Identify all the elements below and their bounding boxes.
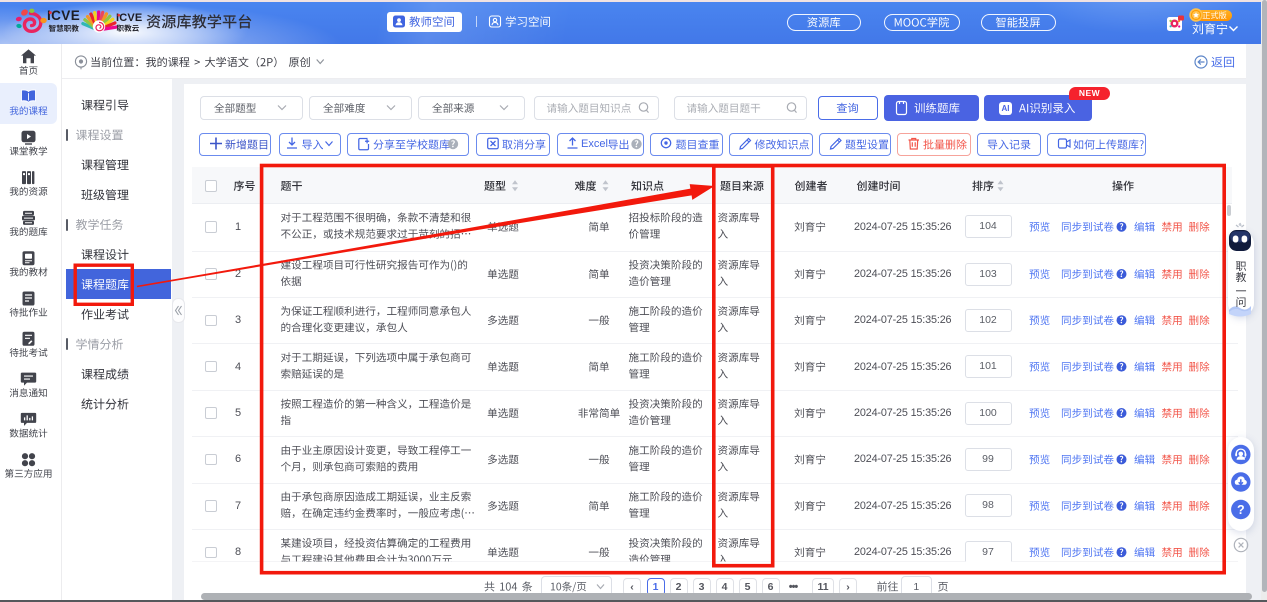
svg-text:?: ? (1237, 502, 1245, 516)
